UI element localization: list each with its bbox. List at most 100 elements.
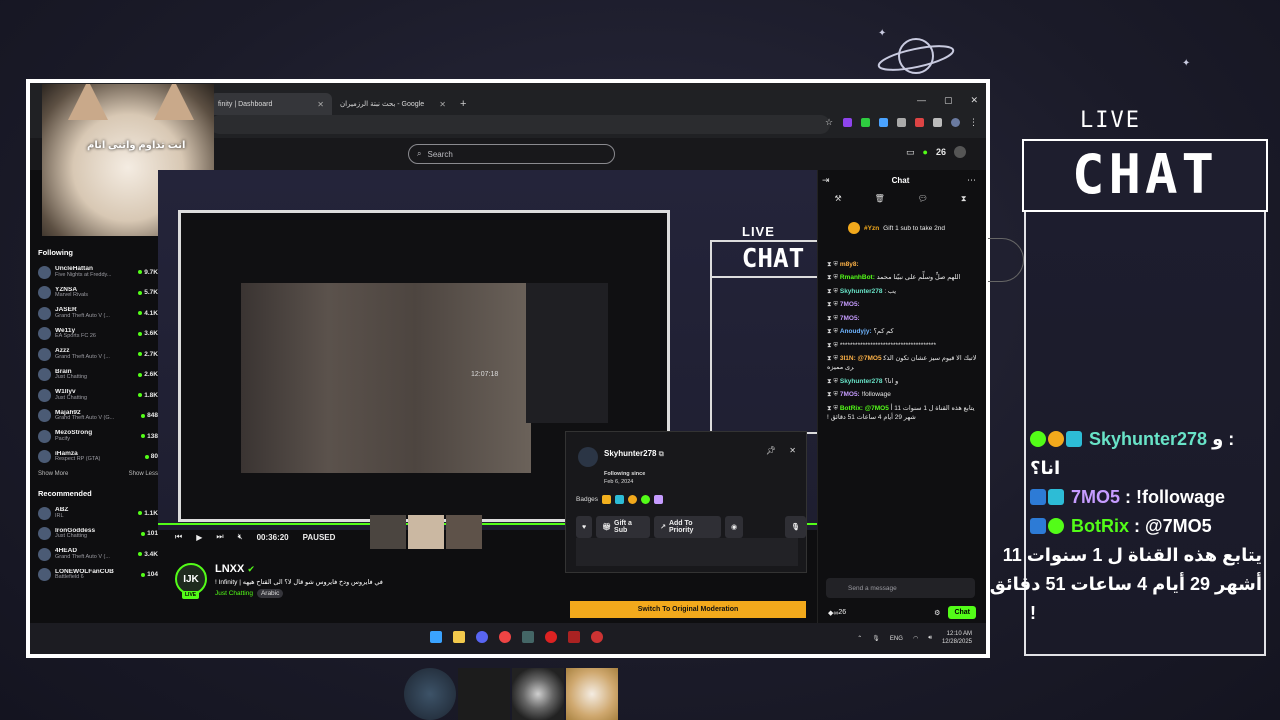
chat-message[interactable]: ⧗ ⛨ BotRix: @7MO5 يتابع هذه القناة ل 1 س… (827, 404, 977, 423)
send-chat-button[interactable]: Chat (948, 606, 976, 619)
add-priority-button[interactable]: ↗ Add To Priority (654, 516, 721, 538)
rewind-icon[interactable]: ⏮ (175, 532, 182, 542)
show-less-link[interactable]: Show Less (129, 471, 158, 477)
follow-heart-button[interactable]: ♥ (576, 516, 593, 538)
chat-message[interactable]: ⧗ ⛨ Skyhunter278 يب : (827, 287, 977, 296)
sidebar-channel[interactable]: LONEWOLFanCUB Battlefield 6 104 (38, 565, 158, 586)
close-tab-icon[interactable]: ✕ (317, 100, 324, 109)
pin-icon[interactable]: 📌︎ (766, 446, 776, 455)
chat-username[interactable]: 7MO5: (840, 391, 860, 398)
new-tab-button[interactable]: + (454, 98, 472, 110)
extension-icon[interactable] (879, 118, 888, 127)
sidebar-channel[interactable]: Majah92 Grand Theft Auto V (G... 848 (38, 406, 158, 427)
sidebar-channel[interactable]: We11y EA Sports FC 26 3.6K (38, 324, 158, 345)
sidebar-channel[interactable]: Brain Just Chatting 2.6K (38, 365, 158, 386)
sidebar-channel[interactable]: UncleHattan Five Nights at Freddy... 9.7K (38, 262, 158, 283)
chat-message[interactable]: ⧗ ⛨ Skyhunter278 و انا؟ (827, 377, 977, 386)
address-bar[interactable] (210, 115, 830, 134)
overlay-username: Skyhunter278 (1089, 429, 1208, 449)
category-link[interactable]: Just Chatting (215, 590, 253, 597)
chat-username[interactable]: Anoudyjy: (840, 328, 872, 335)
extensions-icon[interactable] (933, 118, 942, 127)
chat-username[interactable]: 7MO5: (840, 301, 860, 308)
channel-avatar[interactable]: IJK LIVE (175, 563, 207, 599)
close-icon[interactable]: ✕ (789, 446, 796, 455)
chat-message[interactable]: ⧗ ⛨ 7MO5: !followage (827, 390, 977, 399)
sidebar-channel[interactable]: 4HEAD Grand Theft Auto V (... 3.4K (38, 544, 158, 565)
sidebar-channel[interactable]: JASER Grand Theft Auto V (... 4.1K (38, 303, 158, 324)
star-icon[interactable]: ☆ (825, 118, 834, 127)
sidebar-channel[interactable]: iHamza Respect RP (GTA) 80 (38, 447, 158, 468)
sidebar-channel[interactable]: Azzz Grand Theft Auto V (... 2.7K (38, 344, 158, 365)
discord-icon[interactable] (476, 631, 488, 643)
app-icon[interactable] (568, 631, 580, 643)
browser-tab-google[interactable]: Google - بحث نبتة الرزميران ✕ (332, 93, 454, 115)
chat-username[interactable]: RmanhBot: (840, 274, 875, 281)
chevron-up-icon[interactable]: ⌃ (857, 635, 862, 642)
hammer-icon[interactable]: ⚒ (834, 194, 841, 204)
chat-username[interactable]: 3I1N: @7MO5 (840, 355, 882, 362)
minimize-icon[interactable]: — (917, 95, 926, 106)
channel-name[interactable]: LNXX ✔ (215, 563, 383, 575)
steam-icon[interactable] (522, 631, 534, 643)
opera-icon[interactable] (545, 631, 557, 643)
speech-icon[interactable]: 💬︎ (918, 194, 928, 204)
sidebar-channel[interactable]: YZNSA Marvel Rivals 5.7K (38, 283, 158, 304)
chat-username[interactable]: m8y8: (840, 261, 859, 268)
close-icon[interactable]: ✕ (970, 95, 978, 106)
sidebar-channel[interactable]: MezoStrong Pacify 138 (38, 426, 158, 447)
chat-message[interactable]: ⧗ ⛨ 7MO5: (827, 300, 977, 309)
watch-button[interactable]: ◉ (725, 516, 744, 538)
chat-username[interactable]: BotRix: @7MO5 (840, 405, 889, 412)
play-icon[interactable]: ▶ (196, 533, 202, 542)
chat-message[interactable]: ⧗ ⛨ RmanhBot: اللهم صلِّ وسلِّم على نبيّ… (827, 273, 977, 282)
mute-icon[interactable]: 🔇︎ (238, 532, 243, 542)
chat-username[interactable]: Skyhunter278 (840, 288, 883, 295)
forward-icon[interactable]: ⏭ (216, 532, 223, 542)
extension-icon[interactable] (915, 118, 924, 127)
mic-button[interactable]: 🎙︎ (785, 516, 806, 538)
more-icon[interactable]: ⋯ (967, 175, 976, 186)
hourglass-icon[interactable]: ⧗ (961, 194, 967, 204)
volume-icon[interactable]: 🔊︎ (928, 635, 932, 642)
menu-icon[interactable]: ⋮ (969, 118, 978, 127)
chat-username[interactable]: 7MO5: (840, 315, 860, 322)
extension-icon[interactable] (843, 118, 852, 127)
points-icon[interactable]: ◆∞ (828, 609, 838, 617)
extension-icon[interactable] (861, 118, 870, 127)
sidebar-channel[interactable]: ABZ IRL 1.1K (38, 503, 158, 524)
system-clock[interactable]: 12:10 AM 12/28/2025 (942, 631, 972, 647)
app-icon[interactable] (591, 631, 603, 643)
chat-message[interactable]: ⧗ ⛨ 7MO5: (827, 314, 977, 323)
gift-sub-button[interactable]: 🎁︎ Gift a Sub (596, 516, 651, 538)
folder-icon[interactable] (453, 631, 465, 643)
copy-icon[interactable]: ⧉ (659, 451, 664, 458)
sidebar-channel[interactable]: W1llyv Just Chatting 1.8K (38, 385, 158, 406)
switch-moderation-button[interactable]: Switch To Original Moderation (570, 601, 806, 618)
language-tag[interactable]: Arabic (256, 589, 284, 598)
extension-icon[interactable] (897, 118, 906, 127)
avatar[interactable] (954, 146, 966, 158)
maximize-icon[interactable]: ▢ (944, 95, 953, 106)
trash-icon[interactable]: 🗑︎ (875, 194, 885, 204)
browser-tab-dashboard[interactable]: finity | Dashboard ✕ (210, 93, 332, 115)
chat-settings-icon[interactable]: ⚙ (934, 609, 940, 617)
chat-message[interactable]: ⧗ ⛨ 3I1N: @7MO5 لاتبك الا قيوم سيز عشان … (827, 354, 977, 373)
chat-input[interactable]: Send a message (826, 578, 975, 598)
show-more-link[interactable]: Show More (38, 471, 68, 477)
chat-message[interactable]: ⧗ ⛨ m8y8: (827, 260, 977, 269)
close-tab-icon[interactable]: ✕ (439, 100, 446, 109)
chat-message[interactable]: ⧗ ⛨ ************************************… (827, 341, 977, 350)
channel-category: Grand Theft Auto V (... (55, 553, 110, 560)
sidebar-channel[interactable]: IronGoddess Just Chatting 101 (38, 524, 158, 545)
chat-username[interactable]: Skyhunter278 (840, 378, 883, 385)
profile-icon[interactable] (951, 118, 960, 127)
language-indicator[interactable]: ENG (890, 636, 903, 642)
mic-icon[interactable]: 🎙︎ (872, 635, 880, 642)
windows-start-icon[interactable] (430, 631, 442, 643)
wallet-icon[interactable]: ▭ (906, 147, 915, 158)
search-input[interactable]: ⌕ Search (408, 144, 615, 164)
chat-message[interactable]: ⧗ ⛨ Anoudyjy: كم كم؟ (827, 327, 977, 336)
wifi-icon[interactable]: ◠ (913, 635, 918, 642)
chrome-icon[interactable] (499, 631, 511, 643)
